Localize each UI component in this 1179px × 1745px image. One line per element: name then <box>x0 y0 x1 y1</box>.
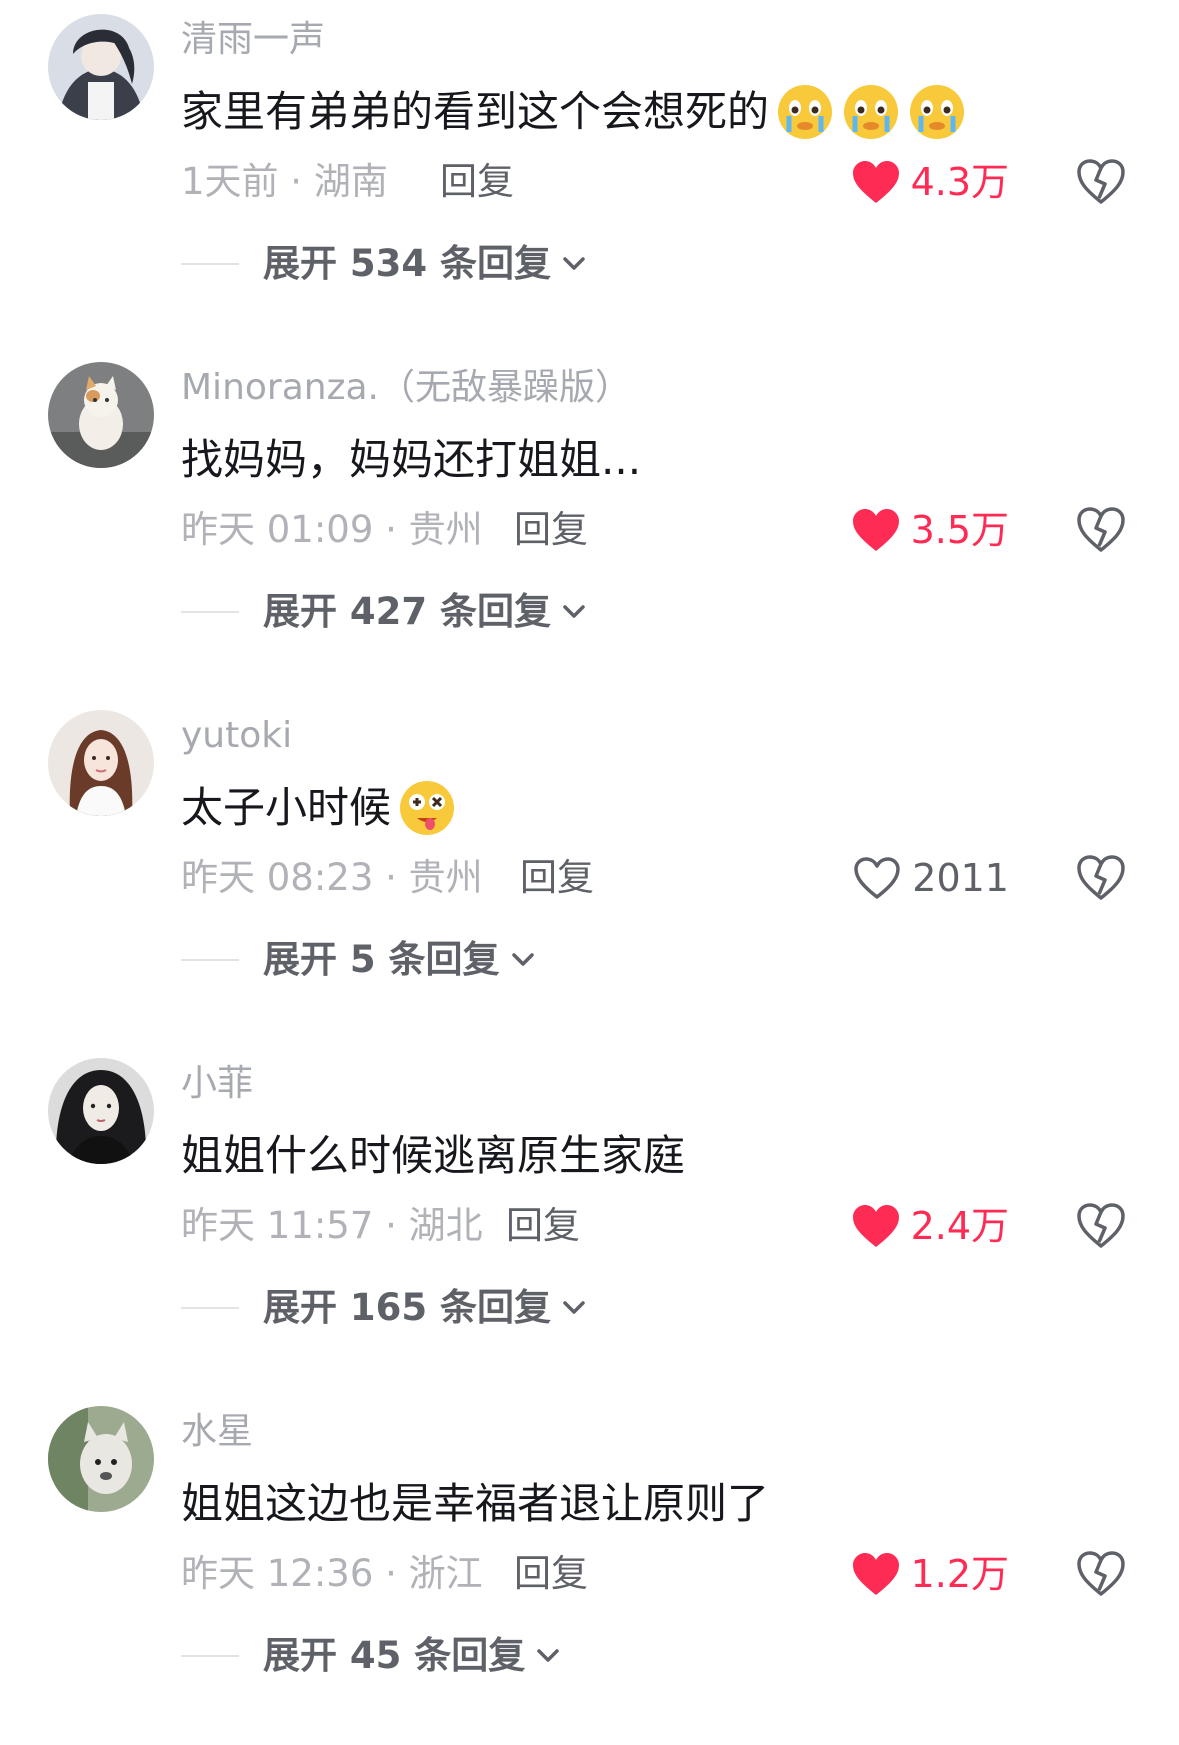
reply-button[interactable]: 回复 <box>506 1202 580 1250</box>
comment-text-body: 姐姐什么时候逃离原生家庭 <box>181 1131 686 1180</box>
like-count: 2011 <box>912 856 1009 900</box>
username[interactable]: 清雨一声 <box>181 18 325 62</box>
crying-face-emoji <box>910 85 965 139</box>
like-button[interactable]: 4.3万 <box>851 154 1009 210</box>
divider <box>181 1307 239 1309</box>
comment-meta: 昨天 01:09 · 贵州 <box>181 508 483 551</box>
comment-text: 家里有弟弟的看到这个会想死的 <box>181 82 967 142</box>
comment-text: 太子小时候 <box>181 778 457 838</box>
reply-button[interactable]: 回复 <box>514 1550 588 1598</box>
dislike-icon[interactable] <box>1076 158 1126 206</box>
expand-replies-label: 展开 45 条回复 <box>263 1634 526 1677</box>
username[interactable]: yutoki <box>181 714 292 758</box>
crying-face-emoji <box>778 85 833 139</box>
comment-text-body: 找妈妈，妈妈还打姐姐... <box>181 435 642 484</box>
avatar[interactable] <box>48 710 154 816</box>
comment-item: yutoki 太子小时候 昨天 08:23 · 贵州 回复 2011 展开 5 … <box>0 696 1179 1044</box>
comment-meta: 昨天 08:23 · 贵州 <box>181 856 483 899</box>
expand-replies-label: 展开 427 条回复 <box>263 590 551 633</box>
username[interactable]: 水星 <box>181 1410 253 1454</box>
like-button[interactable]: 3.5万 <box>851 502 1009 558</box>
divider <box>181 1655 239 1657</box>
heart-filled-icon <box>852 1553 899 1595</box>
expand-replies-button[interactable]: 展开 45 条回复 <box>181 1632 563 1680</box>
avatar[interactable] <box>48 1058 154 1164</box>
expand-replies-button[interactable]: 展开 534 条回复 <box>181 240 589 288</box>
expand-replies-button[interactable]: 展开 5 条回复 <box>181 936 538 984</box>
expand-replies-label: 展开 165 条回复 <box>263 1286 551 1329</box>
expand-replies-button[interactable]: 展开 427 条回复 <box>181 588 589 636</box>
chevron-down-icon <box>563 257 585 270</box>
heart-filled-icon <box>852 1205 899 1247</box>
divider <box>181 263 239 265</box>
comment-meta: 1天前 · 湖南 <box>181 160 388 203</box>
dislike-icon[interactable] <box>1076 1202 1126 1250</box>
comment-item: 小菲 姐姐什么时候逃离原生家庭 昨天 11:57 · 湖北 回复 2.4万 展开… <box>0 1044 1179 1392</box>
reply-button[interactable]: 回复 <box>514 506 588 554</box>
heart-outline-icon <box>854 857 901 899</box>
like-count: 1.2万 <box>910 1552 1009 1596</box>
expand-replies-label: 展开 5 条回复 <box>263 938 500 981</box>
chevron-down-icon <box>563 605 585 618</box>
comment-text: 姐姐什么时候逃离原生家庭 <box>181 1126 685 1186</box>
like-count: 3.5万 <box>910 508 1009 552</box>
avatar[interactable] <box>48 14 154 120</box>
crying-face-emoji <box>844 85 899 139</box>
like-button[interactable]: 2.4万 <box>851 1198 1009 1254</box>
comment-text: 姐姐这边也是幸福者退让原则了 <box>181 1474 769 1534</box>
expand-replies-label: 展开 534 条回复 <box>263 242 551 285</box>
like-count: 2.4万 <box>910 1204 1009 1248</box>
like-count: 4.3万 <box>910 160 1009 204</box>
heart-filled-icon <box>852 509 899 551</box>
chevron-down-icon <box>537 1649 560 1662</box>
avatar[interactable] <box>48 1406 154 1512</box>
comment-item: 清雨一声 家里有弟弟的看到这个会想死的 1天前 · 湖南 回复 4.3万 展开 … <box>0 0 1179 348</box>
expand-replies-button[interactable]: 展开 165 条回复 <box>181 1284 589 1332</box>
divider <box>181 611 239 613</box>
like-button[interactable]: 1.2万 <box>851 1546 1009 1602</box>
like-button[interactable]: 2011 <box>852 850 1009 906</box>
comment-meta: 昨天 11:57 · 湖北 <box>181 1204 483 1247</box>
chevron-down-icon <box>511 953 534 966</box>
reply-button[interactable]: 回复 <box>440 158 514 206</box>
heart-filled-icon <box>852 161 899 203</box>
divider <box>181 959 239 961</box>
comment-text-body: 家里有弟弟的看到这个会想死的 <box>181 87 770 136</box>
dislike-icon[interactable] <box>1076 1550 1126 1598</box>
username[interactable]: 小菲 <box>181 1062 253 1106</box>
dislike-icon[interactable] <box>1076 854 1126 902</box>
dislike-icon[interactable] <box>1076 506 1126 554</box>
avatar[interactable] <box>48 362 154 468</box>
dizzy-face-emoji <box>400 781 455 835</box>
comment-text-body: 太子小时候 <box>181 783 392 832</box>
comment-text-body: 姐姐这边也是幸福者退让原则了 <box>181 1479 770 1528</box>
chevron-down-icon <box>563 1301 585 1314</box>
comment-item: 水星 姐姐这边也是幸福者退让原则了 昨天 12:36 · 浙江 回复 1.2万 … <box>0 1392 1179 1740</box>
reply-button[interactable]: 回复 <box>520 854 594 902</box>
comment-meta: 昨天 12:36 · 浙江 <box>181 1552 483 1595</box>
comment-text: 找妈妈，妈妈还打姐姐... <box>181 430 641 490</box>
username[interactable]: Minoranza.（无敌暴躁版） <box>181 366 631 410</box>
comment-item: Minoranza.（无敌暴躁版） 找妈妈，妈妈还打姐姐... 昨天 01:09… <box>0 348 1179 696</box>
